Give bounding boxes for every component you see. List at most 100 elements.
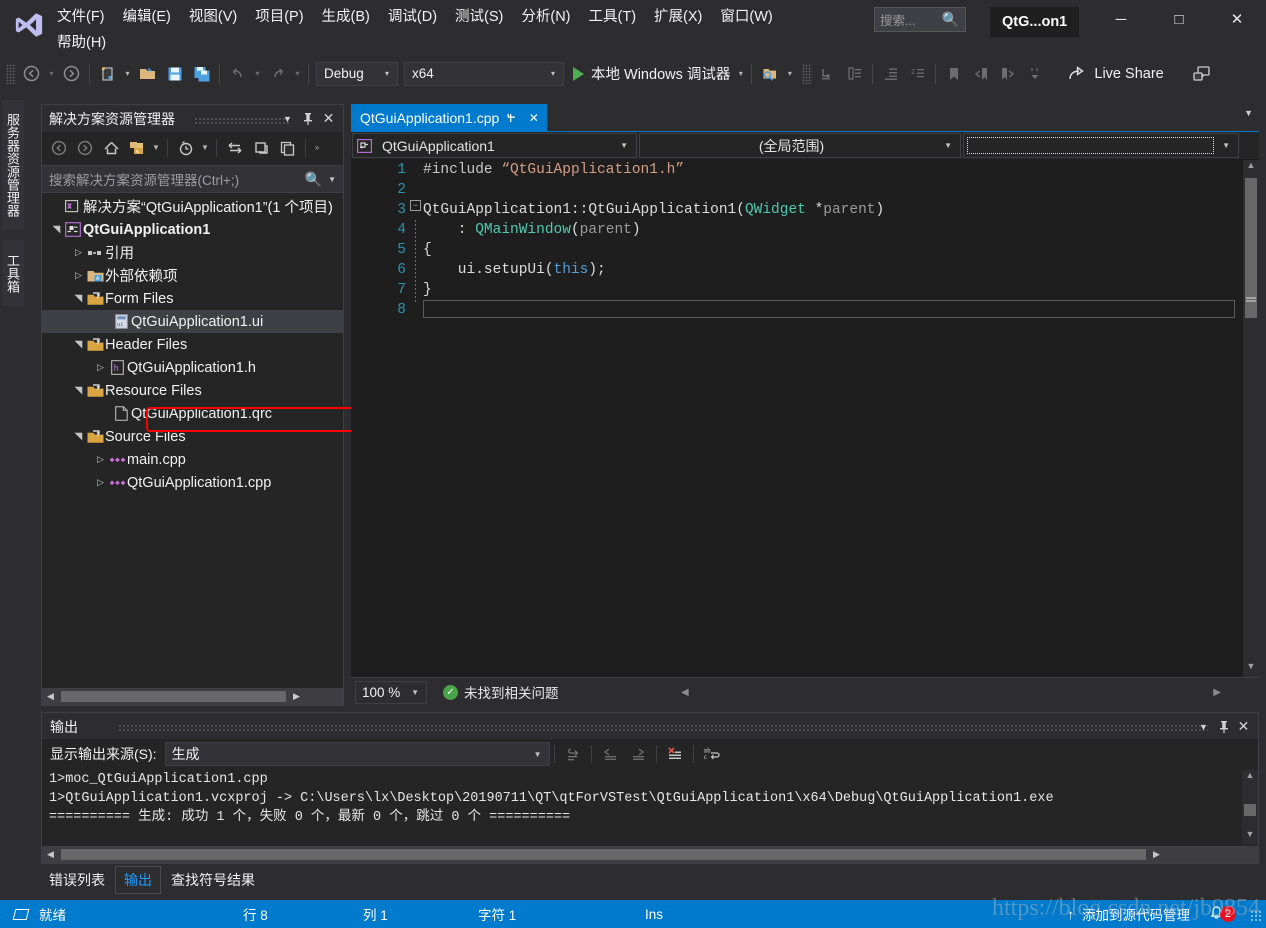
expand-arrow-open-icon[interactable]: ◢ xyxy=(67,338,90,351)
sync-with-active-document-icon[interactable] xyxy=(222,136,248,160)
scroll-up-icon[interactable]: ▲ xyxy=(1243,160,1259,176)
resize-grip[interactable] xyxy=(1250,910,1262,922)
step-into-icon[interactable] xyxy=(814,61,841,87)
tree-item-[interactable]: ▷A外部依赖项 xyxy=(42,264,343,287)
forward-icon[interactable] xyxy=(72,136,98,160)
toolbar-grip-2[interactable] xyxy=(802,64,812,84)
clear-all-icon[interactable] xyxy=(661,742,689,766)
comment-icon[interactable]: 2 xyxy=(904,61,931,87)
solution-explorer-horizontal-scrollbar[interactable]: ◀ ▶ xyxy=(42,688,343,705)
previous-message-icon[interactable] xyxy=(596,742,624,766)
tab-overflow-caret-icon[interactable]: ▼ xyxy=(1244,108,1253,118)
expand-arrow-closed-icon[interactable]: ▷ xyxy=(94,356,107,379)
editor-vertical-scrollbar[interactable]: ▲ ▼ xyxy=(1243,160,1259,677)
toolbar-grip[interactable] xyxy=(6,64,16,84)
output-vertical-scrollbar[interactable]: ▲ ▼ xyxy=(1242,770,1258,845)
save-all-icon[interactable] xyxy=(188,61,215,87)
dock-tab-toolbox[interactable]: 工具箱 xyxy=(2,240,24,306)
output-horizontal-scrollbar[interactable]: ◀ ▶ xyxy=(42,846,1258,863)
bottom-tab-0[interactable]: 错误列表 xyxy=(41,867,113,893)
close-icon[interactable]: ✕ xyxy=(1234,717,1253,736)
expand-arrow-open-icon[interactable]: ◢ xyxy=(45,223,68,236)
menu-item-build[interactable]: 生成(B) xyxy=(313,5,379,29)
refresh-icon[interactable] xyxy=(248,136,274,160)
menu-item-debug[interactable]: 调试(D) xyxy=(379,5,446,29)
dock-tab-server-explorer[interactable]: 服务器资源管理器 xyxy=(2,100,24,230)
solution-configuration-dropdown[interactable]: Debug ▾ xyxy=(316,62,398,86)
bottom-tab-2[interactable]: 查找符号结果 xyxy=(163,867,263,893)
tree-item-header-files[interactable]: ◢Header Files xyxy=(42,333,343,356)
expand-arrow-closed-icon[interactable]: ▷ xyxy=(72,264,85,287)
search-options-caret-icon[interactable]: ▼ xyxy=(325,175,343,184)
attach-to-process-icon[interactable] xyxy=(756,61,783,87)
zoom-level-dropdown[interactable]: 100 % ▼ xyxy=(355,681,427,704)
add-to-source-control-button[interactable]: ↑ 添加到源代码管理 xyxy=(1067,904,1190,924)
collapse-all-icon[interactable] xyxy=(274,136,300,160)
next-issue-icon[interactable]: ▶ xyxy=(1213,687,1221,698)
pending-changes-caret-icon[interactable]: ▼ xyxy=(199,136,211,160)
expand-arrow-closed-icon[interactable]: ▷ xyxy=(94,448,107,471)
expand-arrow-open-icon[interactable]: ◢ xyxy=(67,292,90,305)
redo-icon[interactable] xyxy=(264,61,291,87)
solution-tree[interactable]: 解决方案“QtGuiApplication1”(1 个项目)◢QtGuiAppl… xyxy=(42,195,343,673)
chevron-down-icon[interactable]: ▼ xyxy=(1194,717,1213,736)
notification-count-badge[interactable]: 2 xyxy=(1220,906,1236,922)
open-file-icon[interactable] xyxy=(134,61,161,87)
back-icon[interactable] xyxy=(46,136,72,160)
output-source-dropdown[interactable]: 生成 ▼ xyxy=(165,742,550,766)
maximize-button[interactable]: □ xyxy=(1156,4,1202,34)
scroll-right-icon[interactable]: ▶ xyxy=(1148,849,1165,860)
bookmark-nav-caret-icon[interactable] xyxy=(1021,61,1048,87)
menu-item-extensions[interactable]: 扩展(X) xyxy=(645,5,711,29)
editor-tab-qtguiapplication1-cpp[interactable]: QtGuiApplication1.cpp ✕ xyxy=(351,104,547,131)
start-debug-caret-icon[interactable]: ▾ xyxy=(734,61,747,87)
menu-item-file[interactable]: 文件(F) xyxy=(48,5,114,29)
close-icon[interactable]: ✕ xyxy=(319,109,338,128)
feedback-icon[interactable] xyxy=(1188,61,1215,87)
menu-item-test[interactable]: 测试(S) xyxy=(446,5,512,29)
new-project-caret-icon[interactable]: ▾ xyxy=(121,61,134,87)
pin-tab-icon[interactable] xyxy=(502,108,521,128)
tree-item-qtguiapplication1-1[interactable]: 解决方案“QtGuiApplication1”(1 个项目) xyxy=(42,195,343,218)
panel-drag-handle[interactable] xyxy=(118,724,1208,731)
scroll-down-icon[interactable]: ▼ xyxy=(1243,661,1259,677)
solution-explorer-search-input[interactable]: 搜索解决方案资源管理器(Ctrl+;) 🔍 ▼ xyxy=(42,165,343,193)
menu-item-help[interactable]: 帮助(H) xyxy=(48,31,115,55)
navbar-scope-dropdown[interactable]: (全局范围) ▼ xyxy=(639,133,961,158)
close-button[interactable]: ✕ xyxy=(1214,4,1260,34)
menu-item-analyze[interactable]: 分析(N) xyxy=(512,5,579,29)
show-all-files-caret-icon[interactable]: ▼ xyxy=(150,136,162,160)
attach-caret-icon[interactable]: ▾ xyxy=(783,61,796,87)
scroll-left-icon[interactable]: ◀ xyxy=(42,849,59,860)
search-input[interactable]: 搜索... 🔍 xyxy=(874,7,966,32)
solution-platform-dropdown[interactable]: x64 ▾ xyxy=(404,62,564,86)
tree-item-main.cpp[interactable]: ▷main.cpp xyxy=(42,448,343,471)
tree-item-resource-files[interactable]: ◢Resource Files xyxy=(42,379,343,402)
menu-item-tools[interactable]: 工具(T) xyxy=(580,5,646,29)
chevron-down-icon[interactable]: ▼ xyxy=(278,109,297,128)
tree-item-qtguiapplication1[interactable]: ◢QtGuiApplication1 xyxy=(42,218,343,241)
expand-arrow-closed-icon[interactable]: ▷ xyxy=(72,241,85,264)
undo-caret-icon[interactable]: ▾ xyxy=(251,61,264,87)
navbar-member-dropdown[interactable]: ▼ xyxy=(963,133,1239,158)
scrollbar-thumb[interactable] xyxy=(1244,804,1256,816)
next-message-icon[interactable] xyxy=(624,742,652,766)
pin-icon[interactable] xyxy=(298,109,317,128)
pin-icon[interactable] xyxy=(1214,717,1233,736)
home-icon[interactable] xyxy=(98,136,124,160)
navigate-forward-icon[interactable] xyxy=(58,61,85,87)
live-share-button[interactable]: Live Share xyxy=(1062,61,1169,87)
toggle-bookmark-icon[interactable] xyxy=(940,61,967,87)
menu-item-edit[interactable]: 编辑(E) xyxy=(114,5,180,29)
menu-item-project[interactable]: 项目(P) xyxy=(246,5,312,29)
tree-item-qtguiapplication1.ui[interactable]: uiQtGuiApplication1.ui xyxy=(42,310,343,333)
navigate-back-icon[interactable] xyxy=(18,61,45,87)
expand-arrow-closed-icon[interactable]: ▷ xyxy=(94,471,107,494)
tree-item-qtguiapplication1.qrc[interactable]: QtGuiApplication1.qrc xyxy=(42,402,343,425)
navbar-project-dropdown[interactable]: QtGuiApplication1 ▼ xyxy=(352,133,637,158)
previous-issue-icon[interactable]: ◀ xyxy=(681,687,689,698)
menu-item-window[interactable]: 窗口(W) xyxy=(711,5,781,29)
pending-changes-icon[interactable] xyxy=(173,136,199,160)
code-text-area[interactable]: − 1#include “QtGuiApplication1.h”23QtGui… xyxy=(351,160,1243,677)
expand-arrow-open-icon[interactable]: ◢ xyxy=(67,384,90,397)
